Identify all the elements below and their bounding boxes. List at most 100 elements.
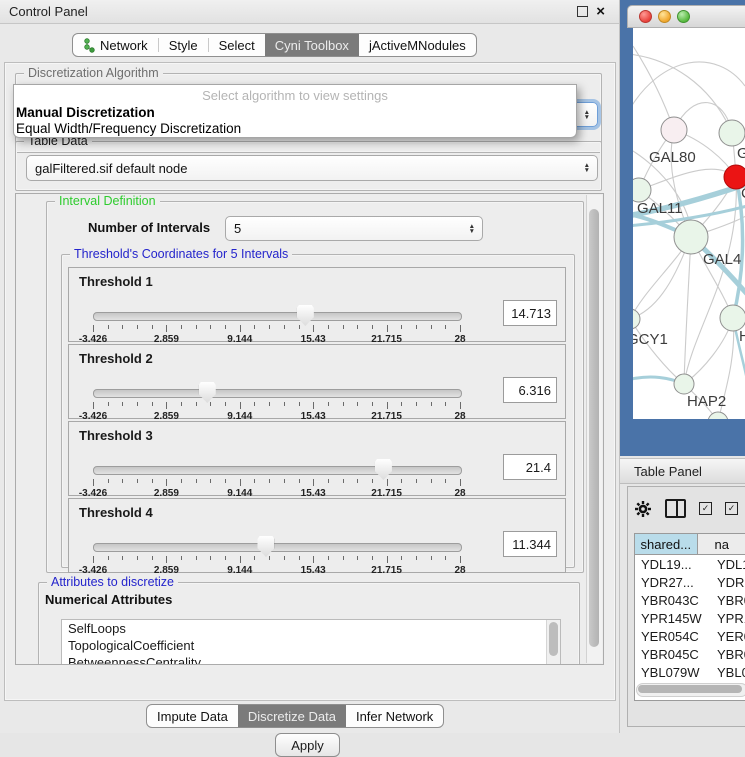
tab-network[interactable]: Network <box>73 34 158 56</box>
algorithm-popup-options: Manual DiscretizationEqual Width/Frequen… <box>14 105 576 137</box>
settings-scrollbar-thumb[interactable] <box>589 209 599 647</box>
numerical-attributes-list[interactable]: SelfLoopsTopologicalCoefficientBetweenne… <box>61 619 561 665</box>
network-node[interactable] <box>633 178 651 202</box>
network-node[interactable] <box>674 374 694 394</box>
table-row[interactable]: YBL079WYBL0 <box>635 663 745 681</box>
checkbox-icon[interactable]: ✓ <box>699 502 712 515</box>
table-cell[interactable]: YBR043C <box>635 591 711 609</box>
network-node[interactable] <box>674 220 708 254</box>
table-cell[interactable]: YER0 <box>711 627 745 645</box>
threshold-value-field[interactable]: 11.344 <box>503 531 557 557</box>
threshold-panel-3: Threshold 3 -3.4262.8599.14415.4321.71528… <box>68 421 566 496</box>
table-cell[interactable]: YDR27... <box>635 573 711 591</box>
slider-thumb[interactable] <box>257 536 274 557</box>
table-cell[interactable]: YBR0 <box>711 591 745 609</box>
threshold-slider[interactable]: -3.4262.8599.14415.4321.71528 <box>93 535 460 571</box>
column-header-shared[interactable]: shared... <box>635 534 698 554</box>
slider-thumb[interactable] <box>297 305 314 326</box>
network-node-label: GCY1 <box>633 331 668 348</box>
float-window-icon[interactable] <box>577 6 588 17</box>
table-row[interactable]: YDL19...YDL1 <box>635 555 745 573</box>
slider-track[interactable] <box>93 466 462 475</box>
bottom-tab-discretize-data[interactable]: Discretize Data <box>238 705 346 727</box>
close-traffic-light-icon[interactable] <box>639 10 652 23</box>
table-row[interactable]: YER054CYER0 <box>635 627 745 645</box>
slider-track[interactable] <box>93 543 462 552</box>
table-cell[interactable]: YIL053C <box>635 699 711 701</box>
control-panel-titlebar: Control Panel × <box>0 0 619 24</box>
close-icon[interactable]: × <box>596 7 605 17</box>
table-cell[interactable]: YDL19... <box>635 555 711 573</box>
table-hscrollbar-thumb[interactable] <box>638 685 742 693</box>
numerical-attributes-label: Numerical Attributes <box>45 592 172 607</box>
attributes-scrollbar-thumb[interactable] <box>549 622 558 656</box>
network-canvas[interactable]: GAL80GALCGAL11GAL4GCY1HHAP2 <box>633 28 745 419</box>
slider-track[interactable] <box>93 389 462 398</box>
table-cell[interactable]: YDL1 <box>711 555 745 573</box>
tab-jactivemnodules[interactable]: jActiveMNodules <box>359 34 476 56</box>
attribute-item[interactable]: SelfLoops <box>62 620 560 637</box>
algorithm-dropdown-popup: Select algorithm to view settings Manual… <box>13 84 577 138</box>
slider-track[interactable] <box>93 312 462 321</box>
table-cell[interactable]: YBR045C <box>635 645 711 663</box>
tab-label: Style <box>169 38 198 53</box>
table-row[interactable]: YIL053CYIL0 <box>635 699 745 701</box>
settings-scrollbar[interactable] <box>586 195 602 663</box>
table-row[interactable]: YPR145WYPR1 <box>635 609 745 627</box>
table-cell[interactable]: YPR1 <box>711 609 745 627</box>
network-node[interactable] <box>661 117 687 143</box>
attribute-item[interactable]: BetweennessCentrality <box>62 654 560 665</box>
table-hscrollbar[interactable] <box>636 683 745 697</box>
table-data-combobox[interactable]: galFiltered.sif default node ▲▼ <box>26 155 598 181</box>
attributes-scrollbar[interactable] <box>546 620 560 665</box>
algorithm-popup-hint: Select algorithm to view settings <box>14 85 576 105</box>
threshold-value-field[interactable]: 21.4 <box>503 454 557 480</box>
tab-select[interactable]: Select <box>209 34 265 56</box>
tab-cyni-toolbox[interactable]: Cyni Toolbox <box>265 34 359 56</box>
threshold-slider[interactable]: -3.4262.8599.14415.4321.71528 <box>93 458 460 494</box>
table-cell[interactable]: YER054C <box>635 627 711 645</box>
threshold-slider[interactable]: -3.4262.8599.14415.4321.71528 <box>93 381 460 417</box>
zoom-traffic-light-icon[interactable] <box>677 10 690 23</box>
threshold-value-field[interactable]: 14.713 <box>503 300 557 326</box>
table-panel-toolbar: ✓ ✓ <box>634 499 738 518</box>
table-cell[interactable]: YBL0 <box>711 663 745 681</box>
network-node[interactable] <box>633 309 640 329</box>
algorithm-option[interactable]: Equal Width/Frequency Discretization <box>14 121 576 137</box>
number-of-intervals-value: 5 <box>234 221 241 236</box>
slider-thumb[interactable] <box>375 459 392 480</box>
table-row[interactable]: YBR045CYBR0 <box>635 645 745 663</box>
table-cell[interactable]: YBL079W <box>635 663 711 681</box>
algorithm-option[interactable]: Manual Discretization <box>14 105 576 121</box>
table-panel-title: Table Panel <box>620 464 702 479</box>
table-cell[interactable]: YBR0 <box>711 645 745 663</box>
table-cell[interactable]: YPR145W <box>635 609 711 627</box>
number-of-intervals-label: Number of Intervals <box>88 220 210 235</box>
network-node[interactable] <box>719 120 745 146</box>
bottom-tab-infer-network[interactable]: Infer Network <box>346 705 443 727</box>
table-cell[interactable]: YDR2 <box>711 573 745 591</box>
table-row[interactable]: YBR043CYBR0 <box>635 591 745 609</box>
minimize-traffic-light-icon[interactable] <box>658 10 671 23</box>
gear-icon[interactable] <box>634 500 652 518</box>
threshold-value-field[interactable]: 6.316 <box>503 377 557 403</box>
column-header-name[interactable]: na <box>698 534 745 554</box>
table-cell[interactable]: YIL0 <box>711 699 745 701</box>
slider-thumb[interactable] <box>199 382 216 403</box>
apply-button-label: Apply <box>291 738 324 753</box>
node-table[interactable]: shared... na YDL19...YDL1YDR27...YDR2YBR… <box>634 533 745 701</box>
checkbox-icon[interactable]: ✓ <box>725 502 738 515</box>
discretization-algorithm-group-title: Discretization Algorithm <box>24 66 163 80</box>
network-node[interactable] <box>708 412 728 419</box>
tab-style[interactable]: Style <box>159 34 208 56</box>
bottom-tab-impute-data[interactable]: Impute Data <box>147 705 238 727</box>
combo-stepper-icon: ▲▼ <box>469 224 482 234</box>
threshold-slider[interactable]: -3.4262.8599.14415.4321.71528 <box>93 304 460 340</box>
table-row[interactable]: YDR27...YDR2 <box>635 573 745 591</box>
number-of-intervals-combobox[interactable]: 5 ▲▼ <box>225 216 483 241</box>
attribute-item[interactable]: TopologicalCoefficient <box>62 637 560 654</box>
columns-icon[interactable] <box>665 499 686 518</box>
tab-label: jActiveMNodules <box>369 38 466 53</box>
threshold-label: Threshold 3 <box>79 428 153 443</box>
apply-button[interactable]: Apply <box>275 733 340 757</box>
